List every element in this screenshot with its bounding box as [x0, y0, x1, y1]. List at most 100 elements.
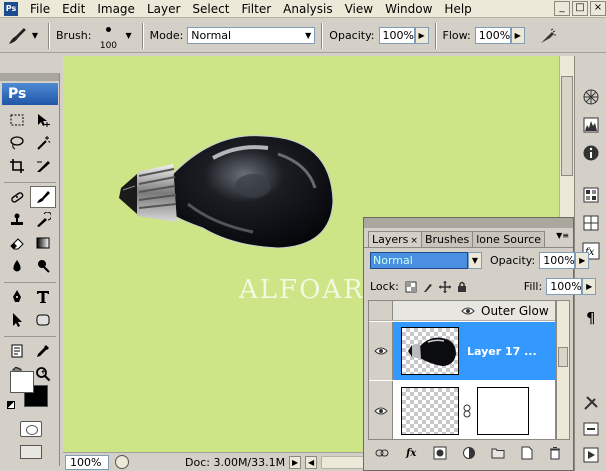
gradient-tool[interactable]	[30, 232, 56, 254]
lock-transparency-icon[interactable]	[405, 281, 417, 293]
visibility-toggle[interactable]	[369, 381, 393, 439]
blend-mode-dropdown[interactable]: ▼	[468, 252, 482, 269]
layer-effect-row[interactable]: Outer Glow	[369, 301, 555, 321]
slice-tool[interactable]	[30, 155, 56, 177]
shape-tool[interactable]	[30, 309, 56, 331]
layer-opacity-slider-button[interactable]: ▶	[575, 252, 590, 269]
healing-brush-tool[interactable]	[4, 186, 30, 208]
eraser-tool[interactable]	[4, 232, 30, 254]
link-layers-button[interactable]	[375, 446, 389, 460]
scrollbar-thumb[interactable]	[558, 347, 568, 367]
histogram-panel-button[interactable]	[579, 114, 603, 136]
layer-row-active[interactable]: Layer 17 ...	[369, 322, 555, 380]
menu-filter[interactable]: Filter	[235, 0, 277, 18]
airbrush-toggle[interactable]	[537, 25, 559, 47]
mode-select[interactable]: Normal ▼	[187, 27, 316, 44]
adjustment-layer-button[interactable]	[462, 446, 476, 460]
eye-icon[interactable]	[461, 306, 475, 316]
magic-wand-tool[interactable]	[30, 132, 56, 154]
zoom-level-field[interactable]: 100%	[65, 454, 109, 470]
paragraph-panel-button[interactable]: ¶	[579, 306, 603, 328]
type-tool[interactable]	[30, 286, 56, 308]
blur-tool[interactable]	[4, 255, 30, 277]
clone-stamp-tool[interactable]	[4, 209, 30, 231]
screen-mode-button[interactable]	[20, 445, 42, 459]
brush-tool[interactable]	[30, 186, 56, 208]
tool-preset-picker[interactable]: ▼	[6, 22, 42, 50]
menu-file[interactable]: File	[24, 0, 56, 18]
menu-analysis[interactable]: Analysis	[277, 0, 338, 18]
quick-mask-button[interactable]	[20, 421, 42, 437]
menu-edit[interactable]: Edit	[56, 0, 91, 18]
opacity-label: Opacity:	[490, 254, 536, 267]
fill-slider-button[interactable]: ▶	[582, 278, 597, 295]
layer-row[interactable]	[369, 381, 555, 439]
marquee-tool[interactable]	[4, 109, 30, 131]
flow-slider-button[interactable]: ▶	[510, 27, 525, 44]
info-panel-button[interactable]	[579, 142, 603, 164]
layers-scrollbar[interactable]	[556, 300, 570, 440]
flow-input[interactable]: 100%	[474, 27, 511, 44]
toolbox-header[interactable]	[0, 73, 59, 81]
scroll-left-button[interactable]: ◀	[305, 455, 318, 469]
menu-window[interactable]: Window	[379, 0, 438, 18]
swatches-panel-button[interactable]	[579, 184, 603, 206]
actions-panel-button[interactable]	[579, 444, 603, 466]
panel-menu-icon[interactable]: ▼≡	[556, 231, 569, 240]
fill-input[interactable]: 100%	[546, 278, 583, 295]
pen-tool[interactable]	[4, 286, 30, 308]
path-selection-tool[interactable]	[4, 309, 30, 331]
menu-help[interactable]: Help	[438, 0, 477, 18]
notes-tool[interactable]	[4, 340, 30, 362]
brush-picker[interactable]: 100	[95, 21, 121, 51]
eyedropper-tool[interactable]	[30, 340, 56, 362]
panel-header[interactable]	[364, 218, 573, 228]
close-button[interactable]: ×	[590, 1, 606, 16]
lock-all-icon[interactable]	[456, 281, 468, 293]
maximize-button[interactable]: □	[572, 1, 588, 16]
chevron-down-icon[interactable]: ▼	[125, 31, 131, 40]
lock-pixels-icon[interactable]	[422, 281, 434, 293]
move-tool[interactable]	[30, 109, 56, 131]
scrollbar-thumb[interactable]	[561, 76, 573, 176]
menu-select[interactable]: Select	[186, 0, 235, 18]
opacity-slider-button[interactable]: ▶	[414, 27, 429, 44]
foreground-color-swatch[interactable]	[10, 371, 34, 393]
tab-clone-source[interactable]: lone Source	[472, 231, 546, 247]
add-layer-style-button[interactable]: fx	[404, 446, 418, 460]
half-circle-icon	[462, 447, 475, 459]
tab-brushes[interactable]: Brushes	[420, 231, 474, 247]
separator	[321, 22, 324, 49]
menu-image[interactable]: Image	[91, 0, 141, 18]
tab-layers[interactable]: Layers ×	[368, 231, 422, 247]
layer-comps-panel-button[interactable]	[579, 418, 603, 440]
chain-link-icon[interactable]	[463, 404, 471, 418]
add-mask-button[interactable]	[433, 446, 447, 460]
crop-tool[interactable]	[4, 155, 30, 177]
opacity-input[interactable]: 100%	[378, 27, 415, 44]
minimize-button[interactable]: _	[554, 1, 570, 16]
layer-opacity-input[interactable]: 100%	[539, 252, 576, 269]
status-menu-button[interactable]: ▶	[289, 455, 302, 469]
navigator-panel-button[interactable]	[579, 86, 603, 108]
new-layer-button[interactable]	[520, 446, 534, 460]
lock-position-icon[interactable]	[438, 280, 451, 293]
menu-view[interactable]: View	[339, 0, 379, 18]
layer-name[interactable]: Layer 17 ...	[467, 345, 537, 358]
menu-layer[interactable]: Layer	[141, 0, 186, 18]
document-info-icon[interactable]	[115, 455, 129, 469]
visibility-toggle[interactable]	[369, 322, 393, 380]
delete-layer-button[interactable]	[548, 446, 562, 460]
dodge-tool[interactable]	[30, 255, 56, 277]
tool-presets-panel-button[interactable]	[579, 392, 603, 414]
lasso-tool[interactable]	[4, 132, 30, 154]
new-group-button[interactable]	[491, 446, 505, 460]
ps-logo[interactable]: Ps	[2, 83, 58, 105]
layer-mask-thumbnail[interactable]	[477, 387, 529, 435]
close-icon[interactable]: ×	[410, 236, 418, 246]
swap-colors-icon[interactable]: ↰	[40, 369, 48, 380]
styles-panel-button[interactable]	[579, 212, 603, 234]
default-colors-icon[interactable]	[7, 401, 15, 409]
history-brush-tool[interactable]	[30, 209, 56, 231]
blend-mode-select[interactable]: Normal	[370, 252, 468, 269]
